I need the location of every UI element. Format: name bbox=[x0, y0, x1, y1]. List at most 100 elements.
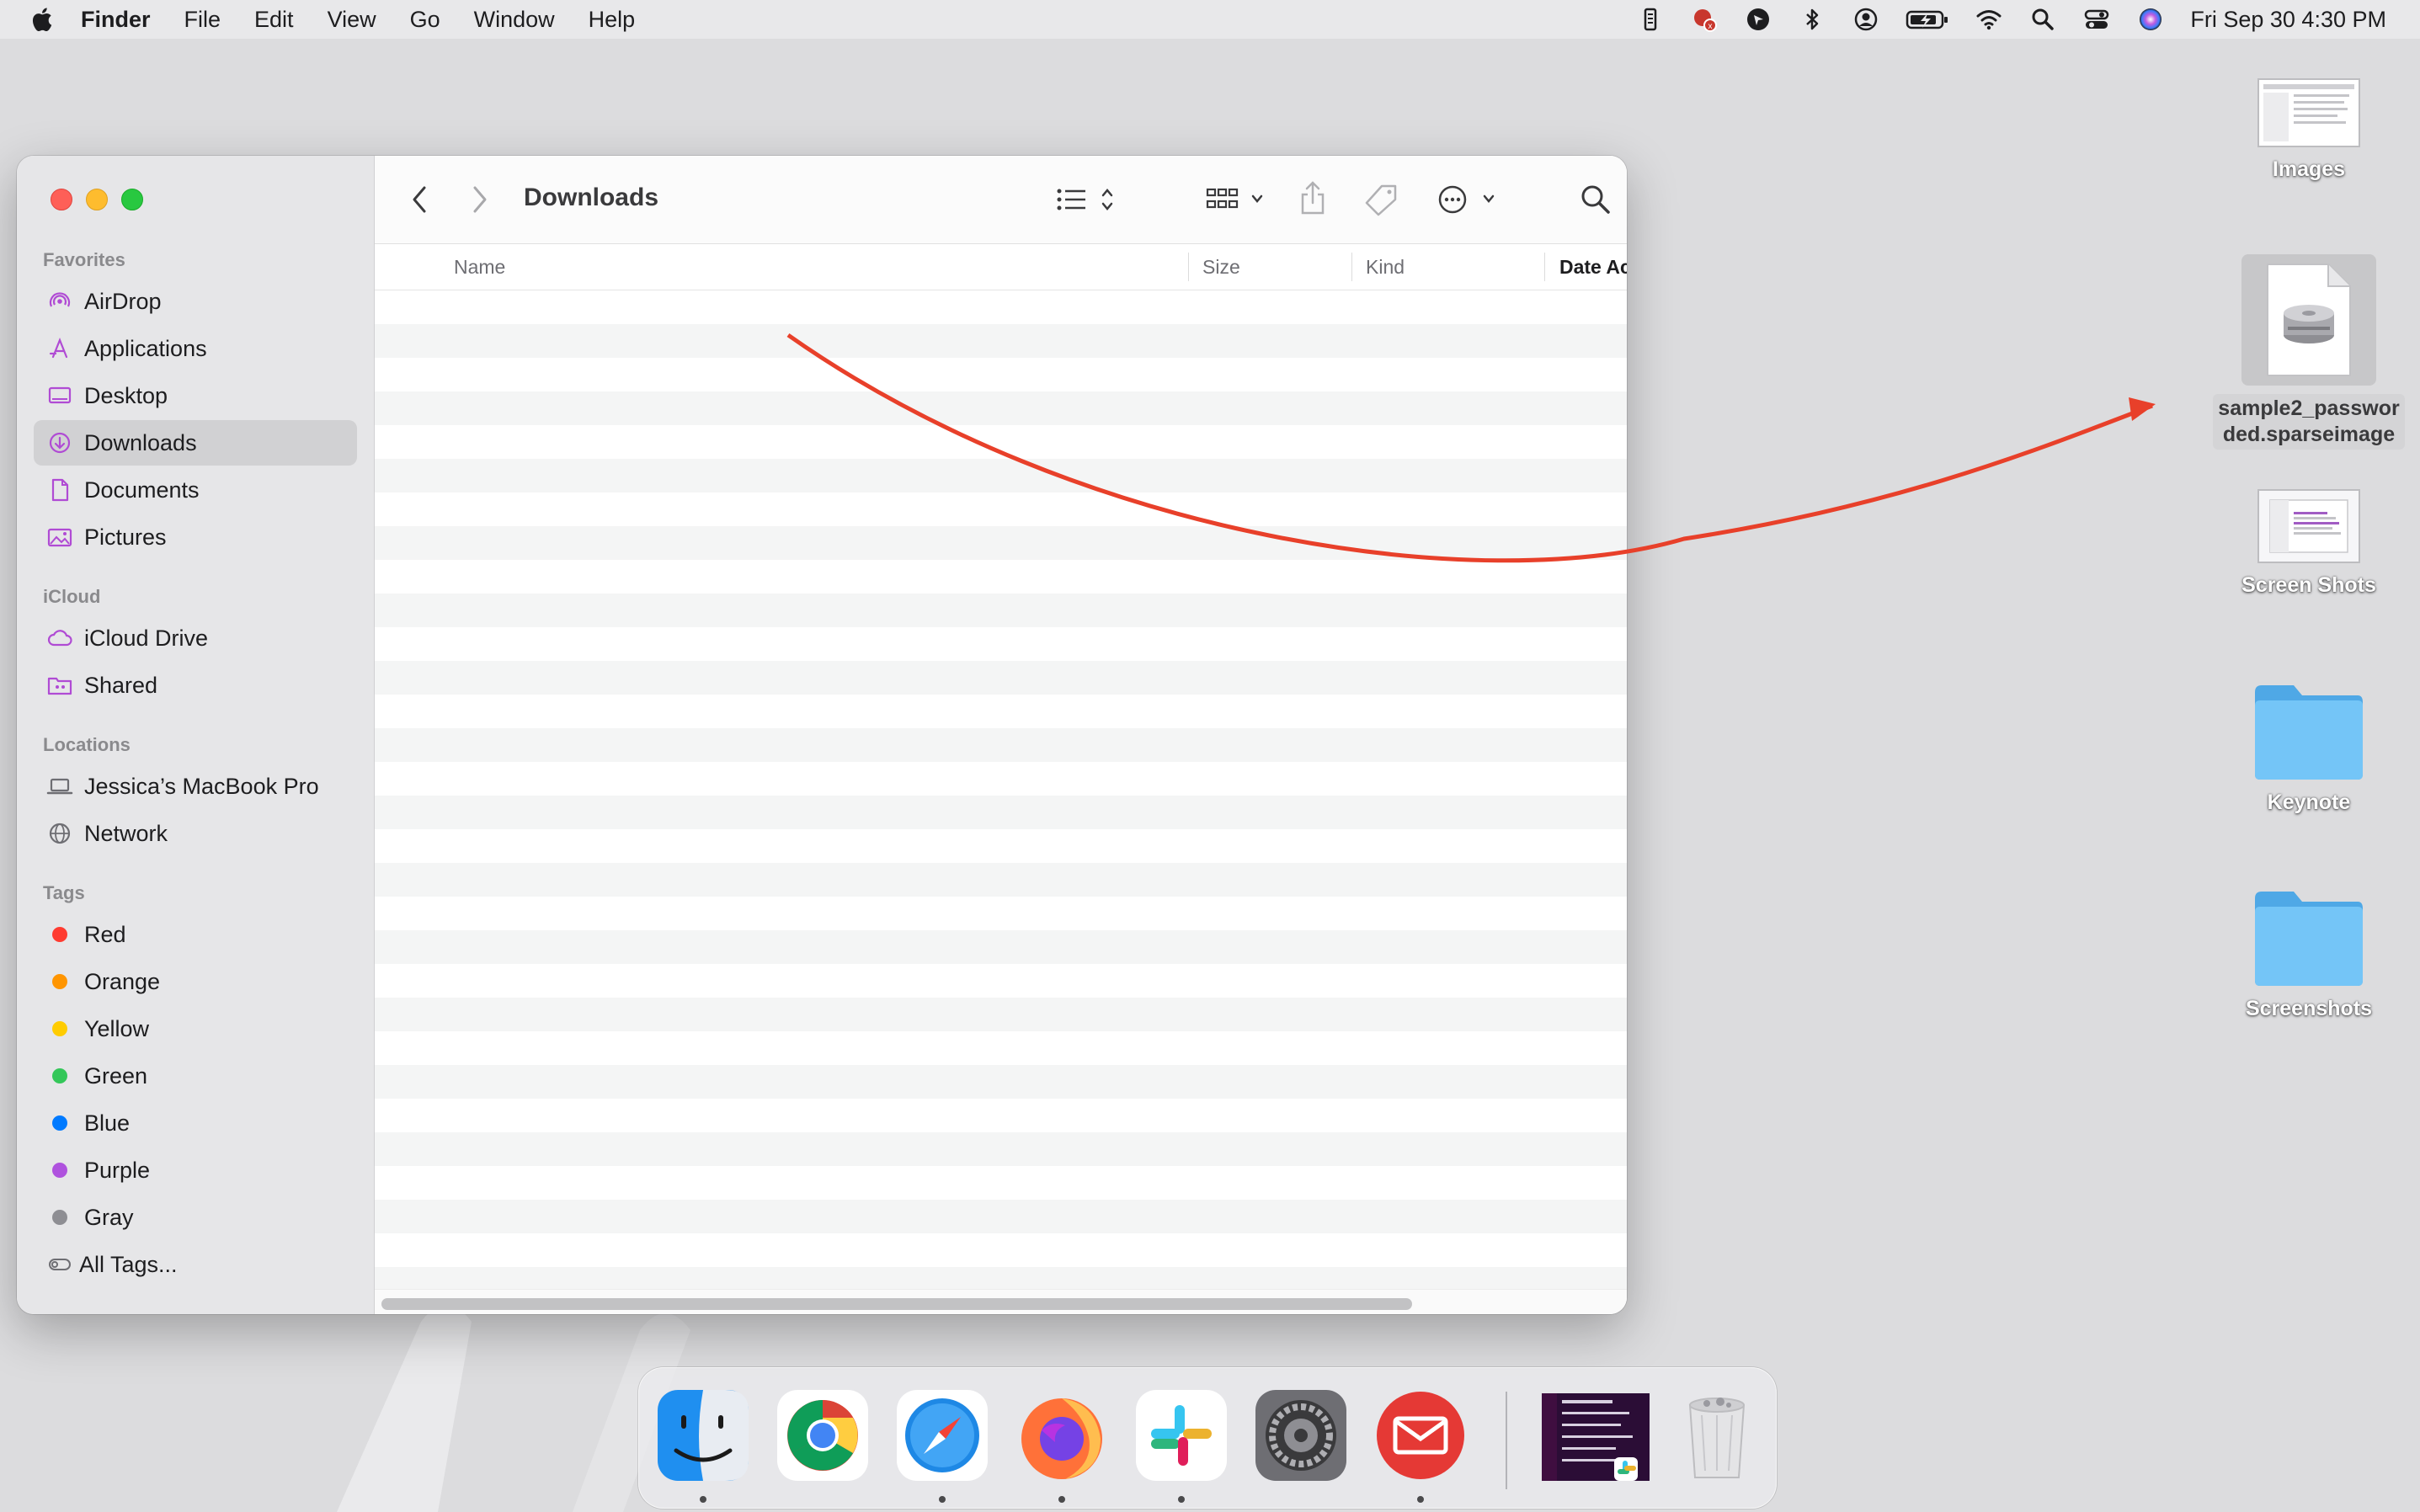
desktop-item-sparseimage[interactable]: sample2_passwor ded.sparseimage bbox=[2207, 254, 2411, 450]
empty-list-row bbox=[375, 594, 1627, 627]
back-chevron-icon[interactable] bbox=[410, 184, 429, 215]
apple-icon[interactable] bbox=[29, 5, 54, 34]
siri-icon[interactable] bbox=[2136, 5, 2165, 34]
sidebar-tag-green[interactable]: Green bbox=[34, 1053, 357, 1099]
downloads-icon bbox=[45, 429, 74, 457]
menu-view[interactable]: View bbox=[328, 7, 376, 33]
desktop-item-images[interactable]: Images bbox=[2216, 77, 2401, 183]
menu-file[interactable]: File bbox=[184, 7, 221, 33]
pictures-icon bbox=[45, 523, 74, 551]
zoom-button[interactable] bbox=[121, 189, 143, 210]
empty-list-row bbox=[375, 492, 1627, 526]
sidebar: Favorites AirDrop Applications Desktop D… bbox=[17, 156, 375, 1314]
sidebar-item-airdrop[interactable]: AirDrop bbox=[34, 279, 357, 324]
empty-list-row bbox=[375, 930, 1627, 964]
forward-chevron-icon[interactable] bbox=[471, 184, 489, 215]
dock-trash[interactable] bbox=[1668, 1387, 1766, 1484]
sidebar-heading-locations: Locations bbox=[43, 734, 131, 755]
column-name[interactable]: Name bbox=[454, 244, 706, 290]
file-browser: Downloads Name Size Kind Date Ac bbox=[375, 156, 1627, 1314]
sidebar-tag-gray[interactable]: Gray bbox=[34, 1195, 357, 1240]
control-center-icon[interactable] bbox=[2082, 5, 2111, 34]
column-kind[interactable]: Kind bbox=[1366, 244, 1534, 290]
sidebar-item-shared[interactable]: Shared bbox=[34, 663, 357, 708]
sidebar-item-applications[interactable]: Applications bbox=[34, 326, 357, 371]
tag-color-dot bbox=[52, 1021, 67, 1036]
scrollbar-thumb[interactable] bbox=[381, 1298, 1412, 1310]
desktop-item-label-line: sample2_passwor bbox=[2218, 397, 2400, 420]
menubar-clock[interactable]: Fri Sep 30 4:30 PM bbox=[2190, 7, 2386, 33]
sidebar-item-icloud-drive[interactable]: iCloud Drive bbox=[34, 615, 357, 661]
toolbar: Downloads bbox=[375, 156, 1627, 244]
share-icon[interactable] bbox=[1298, 179, 1327, 216]
dock-mail[interactable] bbox=[1372, 1387, 1469, 1484]
desktop-item-screen-shots[interactable]: Screen Shots bbox=[2216, 488, 2401, 599]
file-list[interactable] bbox=[375, 290, 1627, 1292]
dock-divider bbox=[1506, 1392, 1507, 1489]
column-divider[interactable] bbox=[1188, 253, 1189, 281]
group-by-icon[interactable] bbox=[1206, 184, 1268, 215]
dock-safari[interactable] bbox=[893, 1387, 991, 1484]
sidebar-item-pictures[interactable]: Pictures bbox=[34, 514, 357, 560]
microphone-status-icon[interactable] bbox=[1636, 5, 1665, 34]
running-indicator bbox=[1178, 1496, 1185, 1503]
menu-go[interactable]: Go bbox=[410, 7, 440, 33]
sidebar-item-downloads[interactable]: Downloads bbox=[34, 420, 357, 466]
menu-help[interactable]: Help bbox=[589, 7, 636, 33]
close-button[interactable] bbox=[51, 189, 72, 210]
column-size[interactable]: Size bbox=[1202, 244, 1346, 290]
empty-list-row bbox=[375, 1099, 1627, 1132]
sidebar-item-desktop[interactable]: Desktop bbox=[34, 373, 357, 418]
menu-finder[interactable]: Finder bbox=[81, 7, 151, 33]
bluetooth-icon[interactable] bbox=[1798, 5, 1826, 34]
empty-list-row bbox=[375, 762, 1627, 796]
sidebar-item-label: Documents bbox=[84, 476, 200, 503]
horizontal-scrollbar[interactable] bbox=[375, 1289, 1627, 1314]
cloud-icon bbox=[45, 624, 74, 652]
sidebar-item-macbook-pro[interactable]: Jessica’s MacBook Pro bbox=[34, 764, 357, 809]
search-icon[interactable] bbox=[1579, 183, 1612, 216]
app-status-icon-red[interactable]: x bbox=[1690, 5, 1719, 34]
dock-system-preferences[interactable] bbox=[1252, 1387, 1350, 1484]
sidebar-item-documents[interactable]: Documents bbox=[34, 467, 357, 513]
applications-icon bbox=[45, 334, 74, 363]
menu-edit[interactable]: Edit bbox=[254, 7, 294, 33]
column-date-added[interactable]: Date Ac bbox=[1559, 244, 1627, 290]
desktop-icon bbox=[45, 381, 74, 410]
empty-list-row bbox=[375, 728, 1627, 762]
battery-charging-icon[interactable] bbox=[1906, 5, 1949, 34]
minimize-button[interactable] bbox=[86, 189, 108, 210]
dock-window-preview[interactable] bbox=[1537, 1387, 1655, 1484]
sidebar-tag-yellow[interactable]: Yellow bbox=[34, 1006, 357, 1051]
sidebar-tag-orange[interactable]: Orange bbox=[34, 959, 357, 1004]
user-account-icon[interactable] bbox=[1852, 5, 1880, 34]
sidebar-item-network[interactable]: Network bbox=[34, 811, 357, 856]
sidebar-heading-favorites: Favorites bbox=[43, 249, 125, 270]
spotlight-search-icon[interactable] bbox=[2028, 5, 2057, 34]
disk-image-icon bbox=[2241, 254, 2376, 386]
sidebar-item-label: Pictures bbox=[84, 524, 167, 550]
wifi-icon[interactable] bbox=[1975, 5, 2003, 34]
dock-chrome[interactable] bbox=[774, 1387, 872, 1484]
sidebar-heading-tags: Tags bbox=[43, 882, 85, 903]
column-divider[interactable] bbox=[1544, 253, 1545, 281]
desktop-item-screenshots[interactable]: Screenshots bbox=[2216, 886, 2401, 1022]
column-divider[interactable] bbox=[1351, 253, 1352, 281]
list-view-icon[interactable] bbox=[1056, 184, 1120, 215]
empty-list-row bbox=[375, 560, 1627, 594]
menu-window[interactable]: Window bbox=[474, 7, 555, 33]
desktop-item-keynote[interactable]: Keynote bbox=[2216, 680, 2401, 816]
sidebar-item-label: iCloud Drive bbox=[84, 625, 209, 651]
screenshot-thumbnail bbox=[2257, 488, 2361, 564]
finder-window: Favorites AirDrop Applications Desktop D… bbox=[17, 156, 1627, 1314]
dock-firefox[interactable] bbox=[1013, 1387, 1111, 1484]
dock-finder[interactable] bbox=[654, 1387, 752, 1484]
sidebar-tag-blue[interactable]: Blue bbox=[34, 1100, 357, 1146]
tag-icon[interactable] bbox=[1363, 183, 1399, 216]
sidebar-tag-all-tags[interactable]: All Tags... bbox=[34, 1242, 357, 1287]
cursor-status-icon[interactable] bbox=[1744, 5, 1772, 34]
sidebar-tag-red[interactable]: Red bbox=[34, 912, 357, 957]
more-actions-icon[interactable] bbox=[1437, 184, 1501, 215]
dock-slack[interactable] bbox=[1133, 1387, 1230, 1484]
sidebar-tag-purple[interactable]: Purple bbox=[34, 1147, 357, 1193]
